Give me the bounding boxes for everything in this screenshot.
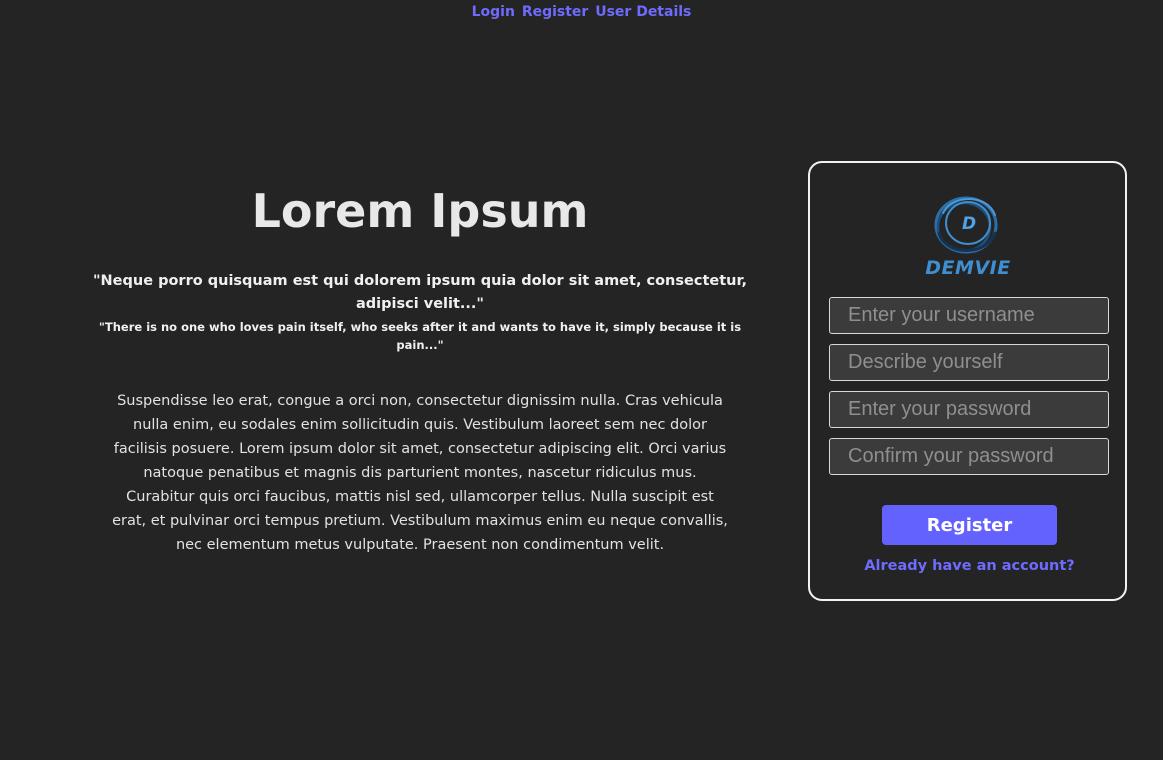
hero-quote-primary: "Neque porro quisquam est qui dolorem ip… <box>92 273 747 312</box>
top-nav: Login Register User Details <box>0 3 1163 21</box>
hero-section: Lorem Ipsum "Neque porro quisquam est qu… <box>80 180 760 557</box>
password-input[interactable] <box>829 391 1109 428</box>
nav-register-link[interactable]: Register <box>522 4 589 20</box>
nav-user-details-link[interactable]: User Details <box>595 4 691 20</box>
already-have-account-link[interactable]: Already have an account? <box>810 558 1129 574</box>
hero-body-text: Suspendisse leo erat, congue a orci non,… <box>112 393 728 553</box>
demvie-logo: D DEMVIE <box>925 193 1011 283</box>
svg-text:D: D <box>962 214 976 234</box>
logo-scribble-icon: D <box>934 196 998 254</box>
logo-wordmark: DEMVIE <box>925 257 1011 279</box>
register-form-card: D DEMVIE Register Already have an accoun… <box>808 161 1127 601</box>
hero-title: Lorem Ipsum <box>251 184 589 238</box>
nav-login-link[interactable]: Login <box>472 4 515 20</box>
description-input[interactable] <box>829 344 1109 381</box>
page: Login Register User Details Lorem Ipsum … <box>0 0 1163 760</box>
hero-quote-secondary: "There is no one who loves pain itself, … <box>98 320 742 352</box>
username-input[interactable] <box>829 297 1109 334</box>
register-button[interactable]: Register <box>882 505 1057 545</box>
confirm-password-input[interactable] <box>829 438 1109 475</box>
